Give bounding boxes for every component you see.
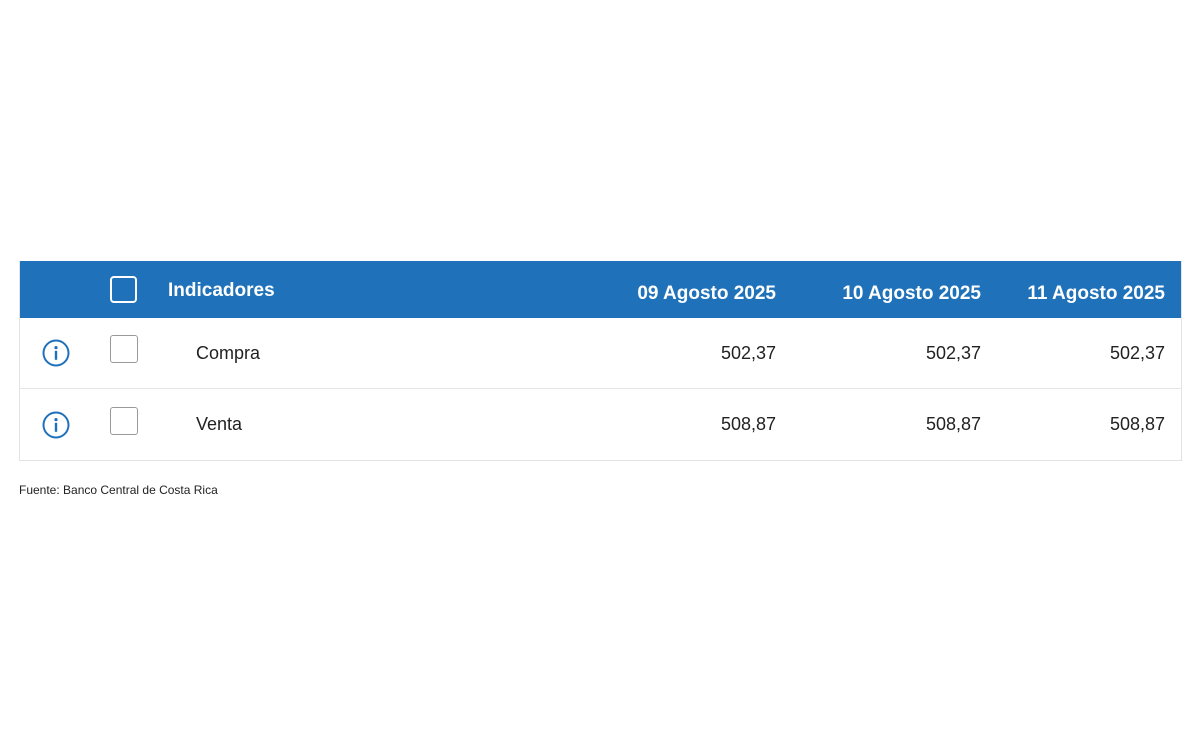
row-value-date-3: 508,87 (1109, 414, 1165, 434)
row-checkbox-cell (110, 318, 140, 388)
source-note: Fuente: Banco Central de Costa Rica (19, 483, 218, 497)
info-icon[interactable] (42, 411, 70, 439)
table-header: Indicadores 09 Agosto 2025 10 Agosto 202… (20, 261, 1181, 318)
header-date-1: 09 Agosto 2025 (637, 283, 776, 304)
venta-checkbox[interactable] (110, 406, 138, 435)
indicator-table: Indicadores 09 Agosto 2025 10 Agosto 202… (19, 261, 1182, 461)
row-name: Compra (196, 342, 261, 363)
header-checkbox-cell (110, 261, 140, 318)
row-value-date-3: 502,37 (1109, 342, 1165, 363)
row-checkbox-cell (110, 389, 140, 460)
row-value-date-2: 502,37 (925, 342, 981, 363)
info-icon[interactable] (42, 339, 70, 367)
compra-checkbox[interactable] (110, 335, 138, 363)
row-value-date-1: 502,37 (720, 342, 776, 363)
header-date-3: 11 Agosto 2025 (1027, 283, 1165, 304)
info-cell (42, 318, 78, 388)
table-row-compra: Compra 502,37 502,37 502,37 (20, 318, 1181, 389)
page: Indicadores 09 Agosto 2025 10 Agosto 202… (0, 0, 1200, 747)
header-indicators: Indicadores (168, 280, 275, 301)
info-cell (42, 389, 78, 460)
select-all-checkbox[interactable] (110, 276, 137, 303)
row-name: Venta (196, 414, 243, 434)
row-value-date-1: 508,87 (720, 414, 776, 434)
row-value-date-2: 508,87 (925, 414, 981, 434)
header-date-2: 10 Agosto 2025 (842, 283, 981, 304)
table-row-venta: Venta 508,87 508,87 508,87 (20, 389, 1181, 460)
